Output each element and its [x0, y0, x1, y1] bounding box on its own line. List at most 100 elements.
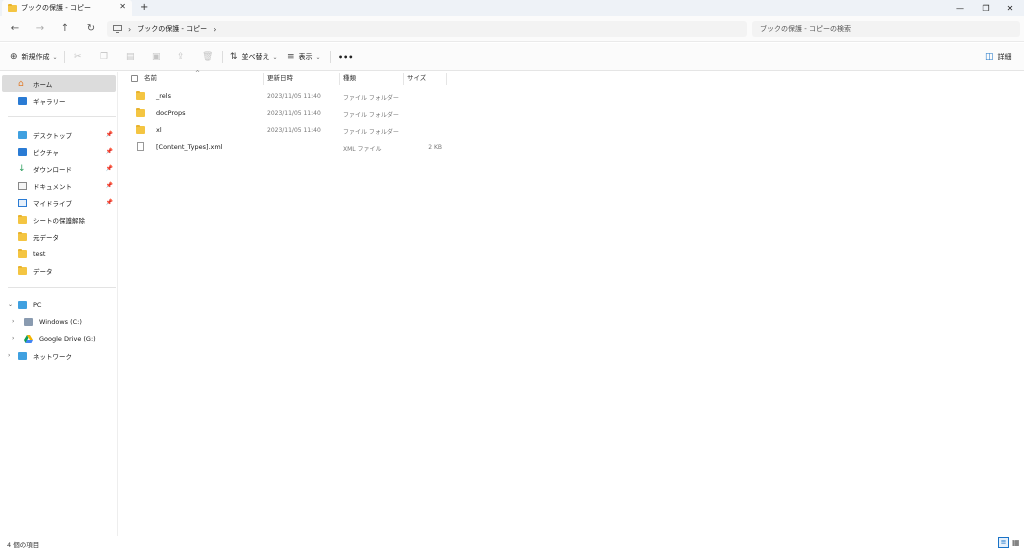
column-divider[interactable] — [263, 73, 264, 85]
pin-icon[interactable]: 📌 — [106, 182, 113, 189]
refresh-button[interactable]: ↻ — [84, 22, 98, 36]
details-view-button[interactable]: ≡ — [998, 537, 1009, 548]
chevron-right-icon[interactable]: › — [8, 352, 10, 359]
file-name: _rels — [156, 92, 171, 100]
network-icon — [18, 351, 27, 360]
sidebar-item-desktop[interactable]: デスクトップ 📌 — [2, 126, 116, 143]
cut-button[interactable]: ✂ — [74, 50, 86, 64]
sidebar-item-label: シートの保護解除 — [33, 216, 85, 225]
pin-icon[interactable]: 📌 — [106, 131, 113, 138]
sidebar-item-data[interactable]: データ — [2, 262, 116, 279]
trash-icon: 🗑 — [202, 52, 214, 62]
file-name: docProps — [156, 109, 186, 117]
sidebar-item-home[interactable]: ⌂ ホーム — [2, 75, 116, 92]
file-name: [Content_Types].xml — [156, 143, 223, 151]
table-row[interactable]: [Content_Types].xml XML ファイル 2 KB — [130, 139, 530, 156]
column-header-size[interactable]: サイズ — [407, 72, 426, 86]
back-button[interactable]: ← — [8, 22, 22, 36]
more-options-button[interactable]: ••• — [338, 50, 353, 64]
column-header-name[interactable]: 名前 — [144, 72, 157, 86]
folder-icon — [136, 108, 145, 117]
chevron-down-icon[interactable]: ⌄ — [8, 301, 13, 308]
tab-active[interactable]: ブックの保護 - コピー ✕ — [2, 0, 132, 16]
pc-icon — [18, 300, 27, 309]
file-type: XML ファイル — [343, 146, 382, 153]
table-row[interactable]: xl 2023/11/05 11:40 ファイル フォルダー — [130, 122, 530, 139]
sidebar-item-label: マイドライブ — [33, 199, 72, 208]
file-type: ファイル フォルダー — [343, 129, 399, 136]
forward-button[interactable]: → — [33, 22, 47, 36]
table-row[interactable]: _rels 2023/11/05 11:40 ファイル フォルダー — [130, 88, 530, 105]
select-all-checkbox[interactable] — [131, 72, 138, 86]
rename-button[interactable]: ▣ — [152, 50, 165, 64]
more-icon: ••• — [338, 52, 354, 62]
file-type: ファイル フォルダー — [343, 112, 399, 119]
monitor-icon — [113, 25, 122, 33]
sidebar-item-pc[interactable]: ⌄ PC — [2, 296, 116, 313]
folder-icon — [18, 214, 27, 224]
scissors-icon: ✂ — [74, 52, 82, 62]
view-button-label: 表示 — [298, 53, 313, 61]
item-count: 4 個の項目 — [7, 541, 40, 549]
xml-file-icon — [137, 142, 144, 151]
column-header-type[interactable]: 種類 — [343, 72, 356, 86]
google-drive-icon — [24, 334, 33, 343]
new-tab-button[interactable]: + — [140, 2, 148, 13]
new-button[interactable]: ⊕ 新規作成 ⌄ — [10, 50, 58, 64]
sidebar-item-label: ドキュメント — [33, 182, 72, 191]
sidebar-item-documents[interactable]: ドキュメント 📌 — [2, 177, 116, 194]
divider — [330, 51, 331, 63]
details-pane-button[interactable]: ◫ 詳細 — [985, 50, 1012, 64]
column-divider[interactable] — [446, 73, 447, 85]
divider — [64, 51, 65, 63]
rename-icon: ▣ — [152, 52, 161, 62]
minimize-button[interactable]: — — [946, 0, 974, 16]
view-button[interactable]: ≡ 表示 ⌄ — [287, 50, 321, 64]
sort-button[interactable]: ⇅ 並べ替え ⌄ — [230, 50, 278, 64]
sidebar-item-label: 元データ — [33, 233, 59, 242]
sidebar-item-my-drive[interactable]: マイドライブ 📌 — [2, 194, 116, 211]
file-modified: 2023/11/05 11:40 — [267, 93, 321, 100]
address-field[interactable]: › ブックの保護 - コピー › — [107, 21, 747, 37]
column-divider[interactable] — [403, 73, 404, 85]
tab-close-icon[interactable]: ✕ — [119, 2, 126, 11]
share-button[interactable]: ⇪ — [177, 50, 189, 64]
divider — [8, 287, 116, 288]
details-button-label: 詳細 — [997, 53, 1012, 61]
pin-icon[interactable]: 📌 — [106, 165, 113, 172]
paste-button[interactable]: ▤ — [126, 50, 139, 64]
chevron-right-icon[interactable]: › — [12, 318, 14, 325]
sidebar-item-google-drive[interactable]: › Google Drive (G:) — [2, 330, 116, 347]
sidebar-item-windows-c[interactable]: › Windows (C:) — [2, 313, 116, 330]
breadcrumb-chevron-icon[interactable]: › — [213, 25, 216, 34]
plus-circle-icon: ⊕ — [10, 52, 18, 62]
sidebar-item-gallery[interactable]: ギャラリー — [2, 92, 116, 109]
sidebar-item-source-data[interactable]: 元データ — [2, 228, 116, 245]
drive-folder-icon — [18, 198, 27, 207]
sort-ascending-icon: ^ — [195, 70, 201, 77]
sidebar-item-downloads[interactable]: ↓ ダウンロード 📌 — [2, 160, 116, 177]
sidebar-item-label: ホーム — [33, 80, 53, 89]
sidebar-item-sheet-unprotect[interactable]: シートの保護解除 — [2, 211, 116, 228]
copy-button[interactable]: ❐ — [100, 50, 112, 64]
sidebar-item-network[interactable]: › ネットワーク — [2, 347, 116, 364]
breadcrumb[interactable]: ブックの保護 - コピー — [137, 24, 207, 34]
folder-icon — [18, 265, 27, 275]
close-button[interactable]: ✕ — [996, 0, 1024, 16]
chevron-right-icon[interactable]: › — [12, 335, 14, 342]
pin-icon[interactable]: 📌 — [106, 199, 113, 206]
delete-button[interactable]: 🗑 — [202, 50, 217, 64]
column-divider[interactable] — [339, 73, 340, 85]
table-row[interactable]: docProps 2023/11/05 11:40 ファイル フォルダー — [130, 105, 530, 122]
tiles-view-button[interactable]: ▦ — [1012, 538, 1020, 547]
file-name: xl — [156, 126, 162, 134]
up-button[interactable]: ↑ — [58, 22, 72, 36]
divider — [8, 116, 116, 117]
pin-icon[interactable]: 📌 — [106, 148, 113, 155]
download-icon: ↓ — [18, 163, 26, 174]
sidebar-item-pictures[interactable]: ピクチャ 📌 — [2, 143, 116, 160]
search-input[interactable]: ブックの保護 - コピーの検索 — [752, 21, 1020, 37]
sidebar-item-test[interactable]: test — [2, 245, 116, 262]
file-size: 2 KB — [428, 144, 442, 151]
column-header-modified[interactable]: 更新日時 — [267, 72, 293, 86]
